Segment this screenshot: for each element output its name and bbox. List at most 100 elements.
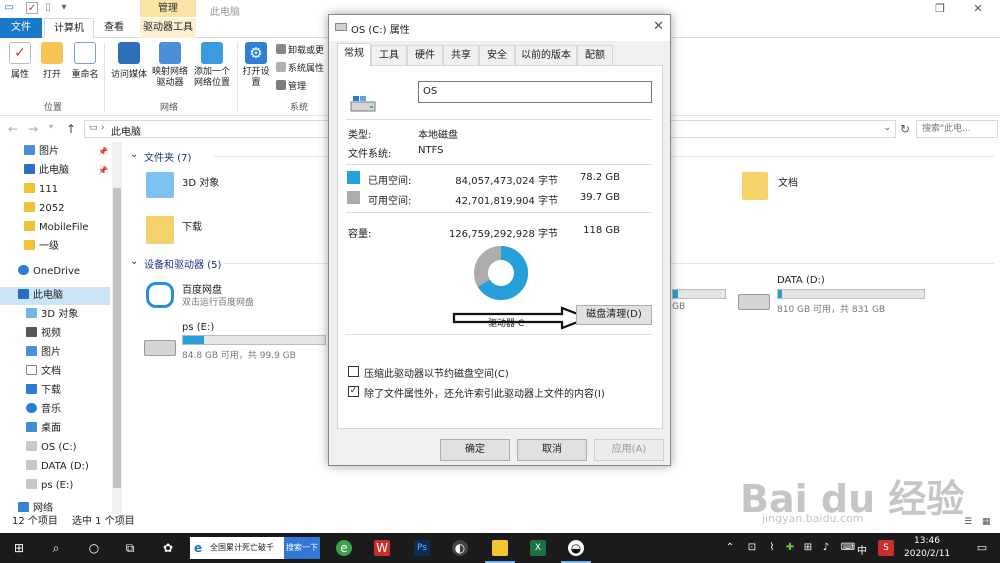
manage-button[interactable]: 管理 — [276, 80, 306, 93]
disk-cleanup-button[interactable]: 磁盘清理(D) — [576, 305, 652, 325]
nav-item-data-d[interactable]: DATA (D:) — [0, 458, 110, 476]
breadcrumb-chevron-icon[interactable]: › — [101, 123, 105, 133]
address-dropdown-icon[interactable]: ⌄ — [883, 123, 891, 133]
taskbar-search-box[interactable]: e 全国累计死亡破千 搜索一下 — [190, 537, 320, 559]
tab-quota[interactable]: 配额 — [577, 45, 613, 65]
wps-icon[interactable]: W — [374, 540, 390, 556]
tray-overflow-icon[interactable]: ⌃ — [722, 540, 738, 556]
back-arrow-icon[interactable]: ← — [6, 122, 20, 136]
clock-date[interactable]: 2020/2/11 — [904, 549, 950, 559]
drive-icon[interactable] — [738, 294, 770, 310]
tray-sogou-icon[interactable]: S — [878, 540, 894, 556]
breadcrumb-this-pc[interactable]: 此电脑 — [111, 123, 141, 138]
nav-item-2052[interactable]: 2052 — [0, 200, 110, 218]
open-button[interactable]: 打开 — [38, 42, 66, 80]
drive-name-input[interactable]: OS — [418, 81, 652, 103]
tiles-view-icon[interactable]: ▦ — [982, 514, 991, 530]
documents-folder-icon[interactable] — [742, 172, 768, 200]
folder-3d-objects[interactable]: 3D 对象 — [182, 174, 219, 189]
dialog-titlebar[interactable]: OS (C:) 属性 ✕ — [329, 15, 670, 41]
nav-item-documents[interactable]: 文档 — [0, 363, 110, 381]
nav-item-music[interactable]: 音乐 — [0, 401, 110, 419]
nav-item-os-c[interactable]: OS (C:) — [0, 439, 110, 457]
nav-item-pictures-quick[interactable]: 图片 📌 — [0, 143, 110, 161]
tray-security-icon[interactable]: ✚ — [782, 540, 798, 556]
nav-scrollbar[interactable] — [112, 142, 122, 514]
compress-checkbox[interactable] — [348, 366, 359, 377]
nav-item-3d-objects[interactable]: 3D 对象 — [0, 306, 110, 324]
nav-item-onedrive[interactable]: OneDrive — [0, 263, 110, 281]
search-icon[interactable]: ⌕ — [48, 540, 64, 556]
tab-general[interactable]: 常规 — [337, 43, 371, 66]
recent-dropdown-icon[interactable]: ▾ — [44, 122, 58, 131]
forward-arrow-icon[interactable]: → — [26, 122, 40, 136]
ime-indicator[interactable]: 中 — [857, 542, 867, 557]
nav-item-ps-e[interactable]: ps (E:) — [0, 477, 110, 495]
excel-icon[interactable]: X — [530, 540, 546, 556]
tab-view[interactable]: 查看 — [96, 18, 132, 38]
tab-tools[interactable]: 工具 — [371, 45, 407, 65]
index-checkbox[interactable]: ✓ — [348, 386, 359, 397]
qa-properties-icon[interactable]: ✓ — [26, 2, 38, 14]
pinwheel-app-icon[interactable]: ✿ — [160, 540, 176, 556]
qa-new-folder-icon[interactable]: ▯ — [42, 2, 54, 14]
system-properties-button[interactable]: 系统属性 — [276, 62, 324, 75]
cancel-button[interactable]: 取消 — [517, 439, 587, 461]
map-drive-button[interactable]: 映射网络驱动器 — [150, 42, 190, 89]
notification-icon[interactable]: ▭ — [974, 540, 990, 556]
tray-keyboard-icon[interactable]: ⌨ — [840, 540, 856, 556]
3d-object-icon[interactable] — [146, 172, 174, 198]
uninstall-button[interactable]: 卸载或更 — [276, 44, 324, 57]
qa-customize-icon[interactable]: ▾ — [58, 2, 70, 14]
section-chevron-icon[interactable]: ⌄ — [130, 256, 138, 267]
drive-e-name[interactable]: ps (E:) — [182, 322, 214, 333]
avatar-app-icon[interactable]: ◐ — [452, 540, 468, 556]
file-explorer-icon[interactable] — [492, 540, 508, 556]
nav-item-desktop[interactable]: 桌面 — [0, 420, 110, 438]
nav-item-downloads[interactable]: 下载 — [0, 382, 110, 400]
section-chevron-icon[interactable]: ⌄ — [130, 149, 138, 160]
baidu-netdisk-icon[interactable] — [146, 282, 174, 308]
add-location-button[interactable]: 添加一个网络位置 — [192, 42, 232, 89]
tab-drive-tools[interactable]: 驱动器工具 — [140, 18, 196, 38]
nav-item-level-one[interactable]: 一级 — [0, 238, 110, 256]
properties-button[interactable]: ✓ 属性 — [4, 42, 36, 80]
taskbar-search-button[interactable]: 搜索一下 — [284, 537, 320, 559]
tray-wifi-icon[interactable]: ⌇ — [764, 540, 780, 556]
ok-button[interactable]: 确定 — [440, 439, 510, 461]
rename-button[interactable]: 重命名 — [68, 42, 102, 80]
downloads-folder-icon[interactable] — [146, 216, 174, 244]
tab-hardware[interactable]: 硬件 — [407, 45, 443, 65]
up-arrow-icon[interactable]: ↑ — [64, 122, 78, 136]
folders-section-header[interactable]: 文件夹 (7) — [144, 149, 191, 164]
baidu-netdisk-name[interactable]: 百度网盘 — [182, 281, 222, 296]
task-view-icon[interactable]: ⧉ — [122, 540, 138, 556]
tray-baidu-icon[interactable]: ⊡ — [744, 540, 760, 556]
recorder-app-icon[interactable]: ◒ — [568, 540, 584, 556]
tab-computer[interactable]: 计算机 — [44, 18, 94, 38]
folder-downloads[interactable]: 下载 — [182, 218, 202, 233]
nav-item-pictures[interactable]: 图片 — [0, 344, 110, 362]
tray-volume-icon[interactable]: ♪ — [818, 540, 834, 556]
refresh-icon[interactable]: ↻ — [898, 122, 912, 136]
photoshop-icon[interactable]: Ps — [414, 540, 430, 556]
nav-item-this-pc-quick[interactable]: 此电脑 📌 — [0, 162, 110, 180]
nav-scrollbar-thumb[interactable] — [113, 188, 121, 488]
nav-item-mobilefile[interactable]: MobileFile — [0, 219, 110, 237]
details-view-icon[interactable]: ☰ — [964, 514, 972, 530]
index-option-label[interactable]: 除了文件属性外，还允许索引此驱动器上文件的内容(I) — [364, 385, 605, 400]
cortana-icon[interactable]: ○ — [86, 540, 102, 556]
close-icon[interactable]: ✕ — [653, 19, 664, 34]
tab-security[interactable]: 安全 — [479, 45, 515, 65]
access-media-button[interactable]: 访问媒体 — [108, 42, 150, 80]
nav-item-videos[interactable]: 视频 — [0, 325, 110, 343]
browser-360-icon[interactable]: e — [336, 540, 352, 556]
devices-section-header[interactable]: 设备和驱动器 (5) — [144, 256, 221, 271]
compress-option-label[interactable]: 压缩此驱动器以节约磁盘空间(C) — [364, 365, 509, 380]
clock-time[interactable]: 13:46 — [914, 536, 940, 546]
search-input[interactable]: 搜索"此电... — [916, 120, 998, 138]
open-settings-button[interactable]: ⚙ 打开设置 — [242, 42, 270, 89]
tray-network-icon[interactable]: ⊞ — [800, 540, 816, 556]
tab-previous-versions[interactable]: 以前的版本 — [515, 45, 577, 65]
drive-icon[interactable] — [144, 340, 176, 356]
